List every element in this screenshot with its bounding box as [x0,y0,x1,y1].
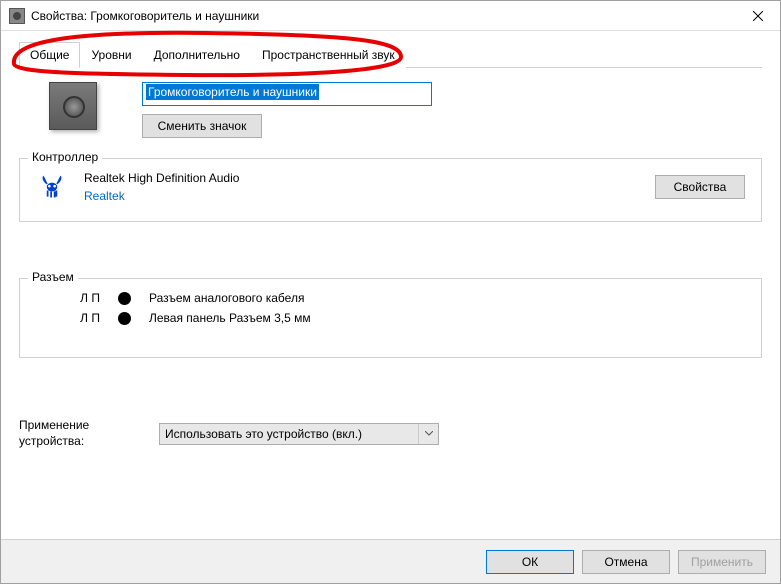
controller-group-title: Контроллер [28,150,102,164]
tab-advanced[interactable]: Дополнительно [143,42,251,68]
jack-color-dot [118,292,131,305]
jack-group: Разъем Л П Разъем аналогового кабеля Л П… [19,278,762,358]
jack-color-dot [118,312,131,325]
jack-row: Л П Левая панель Разъем 3,5 мм [36,311,745,325]
speaker-device-icon [49,82,97,130]
device-header: Громкоговоритель и наушники Сменить знач… [19,82,762,138]
jack-label: Левая панель Разъем 3,5 мм [149,311,311,325]
tab-content: Общие Уровни Дополнительно Пространствен… [1,31,780,449]
jack-lr-label: Л П [76,291,100,305]
usage-label: Применение устройства: [19,418,119,449]
change-icon-button[interactable]: Сменить значок [142,114,262,138]
usage-row: Применение устройства: Использовать это … [19,418,762,449]
tab-spatial[interactable]: Пространственный звук [251,42,406,68]
controller-properties-button[interactable]: Свойства [655,175,745,199]
realtek-crab-icon [36,171,68,203]
tab-strip: Общие Уровни Дополнительно Пространствен… [19,41,762,68]
controller-vendor-link[interactable]: Realtek [84,189,639,203]
jack-row: Л П Разъем аналогового кабеля [36,291,745,305]
controller-name: Realtek High Definition Audio [84,171,639,185]
jack-label: Разъем аналогового кабеля [149,291,304,305]
cancel-button[interactable]: Отмена [582,550,670,574]
close-button[interactable] [735,1,780,30]
tab-general[interactable]: Общие [19,42,80,68]
window-title: Свойства: Громкоговоритель и наушники [31,9,735,23]
titlebar: Свойства: Громкоговоритель и наушники [1,1,780,31]
dialog-footer: ОК Отмена Применить [1,539,780,583]
tab-levels[interactable]: Уровни [80,42,142,68]
controller-group: Контроллер Realtek High Definition Audio… [19,158,762,222]
close-icon [753,11,763,21]
device-name-input[interactable]: Громкоговоритель и наушники [142,82,432,106]
jack-lr-label: Л П [76,311,100,325]
ok-button[interactable]: ОК [486,550,574,574]
speaker-window-icon [9,8,25,24]
apply-button[interactable]: Применить [678,550,766,574]
jack-group-title: Разъем [28,270,78,284]
usage-select[interactable]: Использовать это устройство (вкл.) [159,423,439,445]
